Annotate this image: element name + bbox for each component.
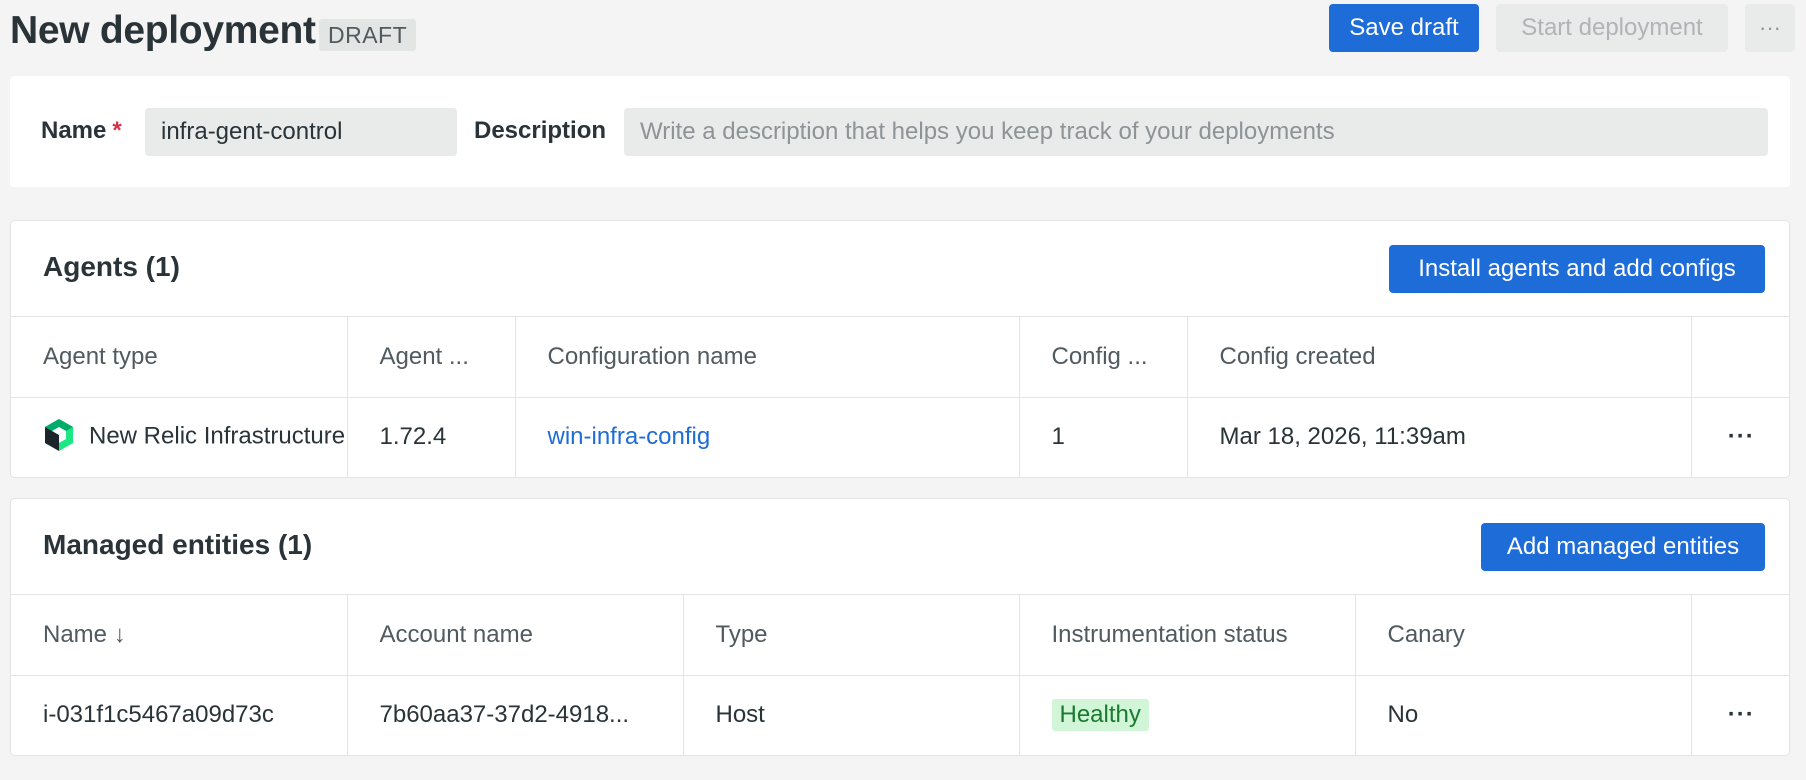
entities-panel-header: Managed entities (1) Add managed entitie… — [11, 499, 1789, 595]
agents-table: Agent type Agent ... Configuration name … — [11, 317, 1789, 477]
entity-name-cell: i-031f1c5467a09d73c — [11, 675, 348, 755]
description-label: Description — [474, 117, 607, 144]
agents-header-row: Agent type Agent ... Configuration name … — [11, 317, 1789, 398]
deployment-details-card: Name* Description — [10, 76, 1790, 187]
column-header-name[interactable]: Name ↓ — [11, 595, 348, 676]
healthy-status-badge: Healthy — [1051, 699, 1149, 732]
agents-panel: Agents (1) Install agents and add config… — [10, 220, 1790, 478]
page-title: New deployment — [10, 9, 316, 52]
column-header-agent-type[interactable]: Agent type — [11, 317, 348, 398]
column-header-agent-version[interactable]: Agent ... — [347, 317, 516, 398]
description-input[interactable] — [624, 108, 1768, 156]
column-header-actions — [1691, 595, 1789, 676]
name-label: Name * — [41, 117, 122, 145]
entities-header-row: Name ↓ Account name Type Instrumentation… — [11, 595, 1789, 676]
save-draft-button[interactable]: Save draft — [1329, 4, 1479, 52]
account-name-cell: 7b60aa37-37d2-4918... — [347, 675, 684, 755]
status-badge: DRAFT — [319, 19, 417, 51]
page-header: New deployment DRAFT Save draft Start de… — [10, 0, 1800, 64]
row-actions-button[interactable]: ··· — [1691, 397, 1789, 477]
new-relic-logo-icon — [45, 419, 73, 452]
required-mark: * — [112, 117, 122, 144]
name-label-text: Name — [41, 117, 107, 144]
agent-version-cell: 1.72.4 — [347, 397, 516, 477]
row-actions-button[interactable]: ··· — [1691, 675, 1789, 755]
more-options-button[interactable]: ··· — [1745, 4, 1795, 52]
config-created-cell: Mar 18, 2026, 11:39am — [1187, 397, 1692, 477]
agent-type-cell: New Relic Infrastructure — [11, 397, 348, 477]
column-header-config-version[interactable]: Config ... — [1019, 317, 1188, 398]
column-header-config-created[interactable]: Config created — [1187, 317, 1692, 398]
column-header-canary[interactable]: Canary — [1355, 595, 1692, 676]
start-deployment-button[interactable]: Start deployment — [1496, 4, 1728, 52]
agents-panel-header: Agents (1) Install agents and add config… — [11, 221, 1789, 317]
table-row: i-031f1c5467a09d73c 7b60aa37-37d2-4918..… — [11, 675, 1789, 755]
install-agents-button[interactable]: Install agents and add configs — [1389, 245, 1765, 293]
column-header-type[interactable]: Type — [683, 595, 1020, 676]
agent-type-text: New Relic Infrastructure — [89, 422, 346, 450]
configuration-name-cell: win-infra-config — [515, 397, 1020, 477]
managed-entities-panel: Managed entities (1) Add managed entitie… — [10, 498, 1790, 756]
column-header-instrumentation-status[interactable]: Instrumentation status — [1019, 595, 1356, 676]
name-input[interactable] — [145, 108, 457, 156]
column-header-actions — [1691, 317, 1789, 398]
instrumentation-status-cell: Healthy — [1019, 675, 1356, 755]
agents-title: Agents (1) — [43, 251, 180, 282]
type-cell: Host — [683, 675, 1020, 755]
entities-title: Managed entities (1) — [43, 529, 313, 560]
entities-table: Name ↓ Account name Type Instrumentation… — [11, 595, 1789, 755]
configuration-link[interactable]: win-infra-config — [548, 423, 711, 450]
table-row: New Relic Infrastructure 1.72.4 win-infr… — [11, 397, 1789, 477]
config-version-cell: 1 — [1019, 397, 1188, 477]
canary-cell: No — [1355, 675, 1692, 755]
add-managed-entities-button[interactable]: Add managed entities — [1481, 523, 1765, 571]
column-header-configuration-name[interactable]: Configuration name — [515, 317, 1020, 398]
column-header-account-name[interactable]: Account name — [347, 595, 684, 676]
